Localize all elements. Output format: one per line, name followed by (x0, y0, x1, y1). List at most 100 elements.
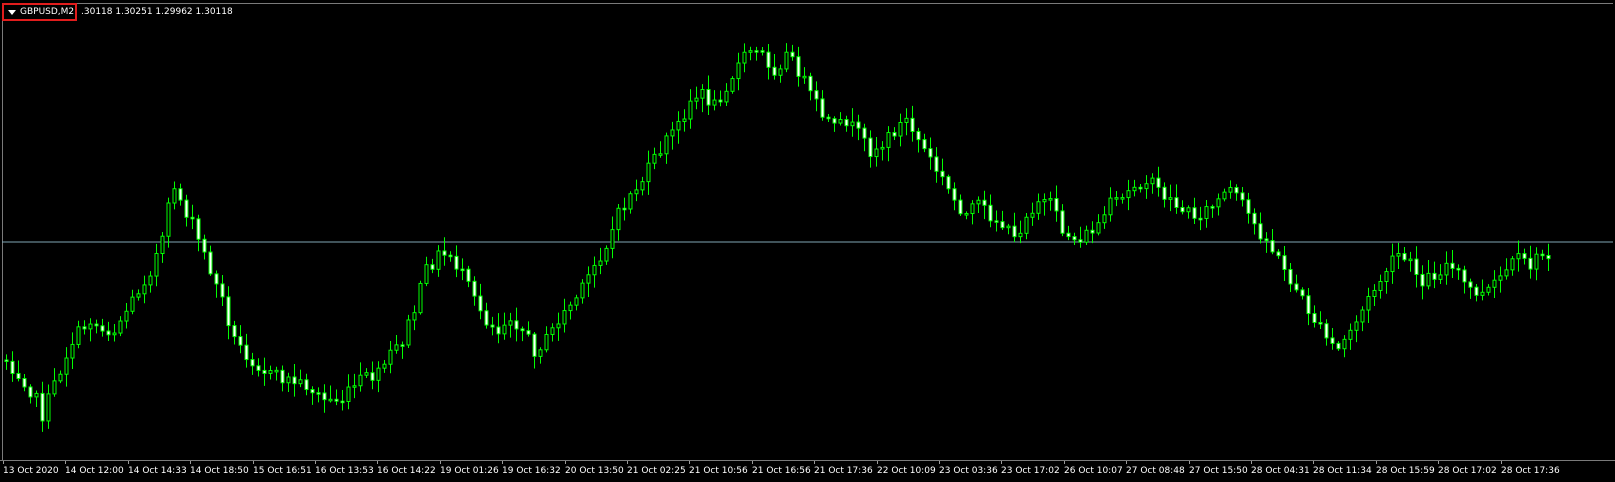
bullish-candle (502, 324, 507, 335)
bullish-candle (154, 253, 159, 277)
bullish-candle (1144, 183, 1149, 190)
bearish-candle (1336, 342, 1341, 350)
bearish-candle (430, 264, 435, 270)
time-axis-tick (1126, 461, 1127, 464)
bearish-candle (1138, 186, 1143, 190)
bearish-candle (766, 51, 771, 68)
time-axis-tick (1189, 461, 1190, 464)
chart-window[interactable]: GBPUSD,M2 .30118 1.30251 1.29962 1.30118… (0, 0, 1615, 482)
bearish-candle (1210, 206, 1215, 209)
bullish-candle (1186, 207, 1191, 213)
bullish-candle (1042, 199, 1047, 203)
time-axis-label: 21 Oct 16:56 (752, 466, 811, 476)
time-axis-tick (939, 461, 940, 464)
bullish-candle (142, 284, 147, 295)
bearish-candle (460, 268, 465, 272)
bearish-candle (220, 283, 225, 298)
bearish-candle (1546, 254, 1551, 260)
time-axis: 13 Oct 2020 14 Oct 12:00 14 Oct 14:33 14 Oc… (0, 461, 1615, 482)
bullish-candle (1480, 291, 1485, 296)
bullish-candle (634, 189, 639, 195)
bullish-candle (52, 380, 57, 395)
bullish-candle (406, 319, 411, 346)
bearish-candle (400, 344, 405, 347)
bearish-candle (106, 330, 111, 336)
symbol-selector[interactable]: GBPUSD,M2 (2, 3, 77, 21)
bullish-candle (358, 374, 363, 387)
time-axis-label: 23 Oct 17:02 (1001, 466, 1060, 476)
bearish-candle (958, 199, 963, 215)
bearish-candle (466, 268, 471, 282)
time-axis-label: 28 Oct 11:34 (1313, 466, 1372, 476)
bullish-candle (1372, 289, 1377, 297)
bullish-candle (1516, 253, 1521, 260)
bullish-candle (418, 282, 423, 314)
time-axis-label: 22 Oct 10:09 (877, 466, 936, 476)
bearish-candle (1264, 238, 1269, 242)
time-axis-label: 28 Oct 04:31 (1251, 466, 1310, 476)
time-axis-label: 28 Oct 17:02 (1438, 466, 1497, 476)
bearish-candle (238, 336, 243, 346)
bullish-candle (274, 369, 279, 373)
bearish-candle (1258, 223, 1263, 240)
bearish-candle (832, 118, 837, 124)
time-axis-label: 14 Oct 18:50 (190, 466, 249, 476)
bullish-candle (1024, 216, 1029, 234)
bullish-candle (880, 146, 885, 150)
bullish-candle (1084, 229, 1089, 243)
time-axis-tick (627, 461, 628, 464)
bearish-candle (496, 326, 501, 335)
bullish-candle (694, 97, 699, 102)
bearish-candle (1078, 239, 1083, 243)
bearish-candle (1066, 232, 1071, 238)
bullish-candle (568, 304, 573, 312)
bullish-candle (1534, 253, 1539, 270)
bearish-candle (760, 50, 765, 53)
bearish-candle (814, 90, 819, 100)
bearish-candle (1300, 289, 1305, 297)
bearish-candle (256, 365, 261, 371)
time-axis-label: 21 Oct 02:25 (627, 466, 686, 476)
bearish-candle (280, 369, 285, 384)
bullish-candle (1366, 295, 1371, 311)
bearish-candle (1468, 281, 1473, 288)
bullish-candle (394, 344, 399, 351)
bearish-candle (28, 386, 33, 398)
time-axis-tick (1501, 461, 1502, 464)
bullish-candle (664, 135, 669, 155)
bearish-candle (952, 188, 957, 201)
bullish-candle (1444, 262, 1449, 276)
bullish-candle (298, 379, 303, 385)
bearish-candle (1420, 273, 1425, 287)
time-axis-tick (1251, 461, 1252, 464)
bearish-candle (844, 119, 849, 127)
bullish-candle (640, 181, 645, 191)
bearish-candle (1012, 225, 1017, 238)
bearish-candle (22, 378, 27, 388)
time-axis-label: 26 Oct 10:07 (1064, 466, 1123, 476)
bullish-candle (1360, 309, 1365, 323)
time-axis-tick (814, 461, 815, 464)
bearish-candle (718, 99, 723, 103)
bullish-candle (160, 235, 165, 255)
bullish-candle (112, 332, 117, 336)
bearish-candle (1294, 283, 1299, 291)
time-axis-tick (128, 461, 129, 464)
bearish-candle (1060, 210, 1065, 234)
bearish-candle (1162, 186, 1167, 200)
bearish-candle (1432, 272, 1437, 280)
bearish-candle (1306, 295, 1311, 315)
bearish-candle (196, 218, 201, 240)
bullish-candle (1510, 258, 1515, 271)
bullish-candle (1036, 201, 1041, 214)
bearish-candle (916, 130, 921, 141)
bearish-candle (1324, 323, 1329, 339)
bearish-candle (826, 116, 831, 120)
bearish-candle (796, 56, 801, 77)
time-axis-tick (752, 461, 753, 464)
time-axis-label: 27 Oct 08:48 (1126, 466, 1185, 476)
bullish-candle (1132, 186, 1137, 192)
bullish-candle (748, 50, 753, 53)
bearish-candle (526, 330, 531, 335)
bearish-candle (820, 98, 825, 118)
